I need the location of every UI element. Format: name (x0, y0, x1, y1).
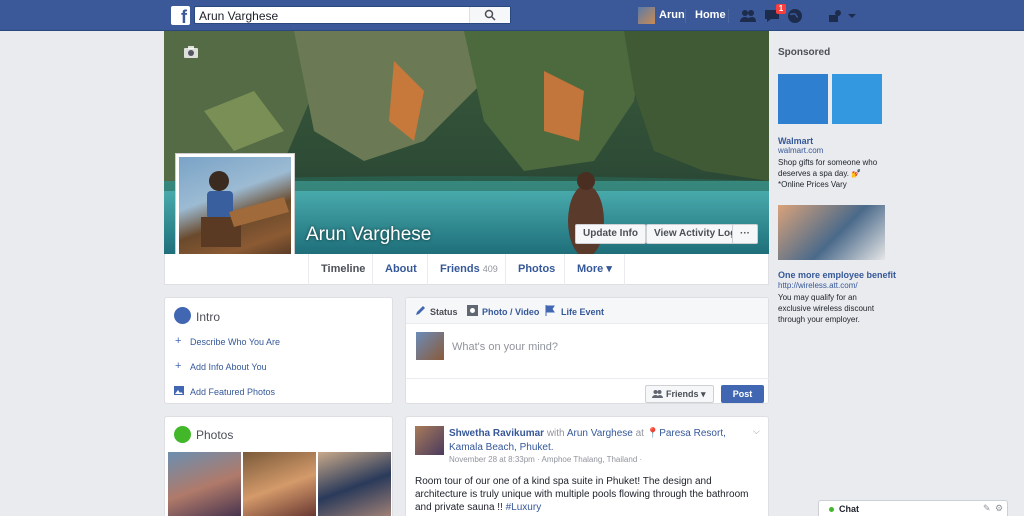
notifications-globe-icon[interactable] (786, 7, 804, 25)
post-button[interactable]: Post (721, 385, 764, 403)
flag-icon (545, 305, 555, 316)
profile-tab-bar: Timeline About Friends 409 Photos More ▾ (164, 254, 769, 285)
with-text: with (546, 428, 565, 439)
nav-home-link[interactable]: Home (695, 9, 726, 21)
nav-profile-link[interactable]: Arun (659, 9, 685, 21)
ad-body: Shop gifts for someone who deserves a sp… (778, 158, 878, 189)
post-body: Room tour of our one of a kind spa suite… (415, 475, 761, 514)
profile-name: Arun Varghese (306, 224, 432, 245)
notification-badge: 1 (776, 4, 786, 14)
profile-picture-image (179, 157, 291, 269)
nav-divider (685, 9, 686, 23)
audience-selector[interactable]: Friends ▾ (645, 385, 714, 403)
friends-icon (652, 390, 663, 398)
search-button[interactable] (469, 7, 510, 23)
describe-who-you-are-link[interactable]: Describe Who You Are (190, 337, 280, 347)
ad-body: You may qualify for an exclusive wireles… (778, 293, 875, 324)
audience-label: Friends (666, 389, 699, 399)
account-menu-chevron-icon[interactable] (843, 7, 861, 25)
ad-image[interactable] (778, 74, 828, 124)
search-value[interactable]: Arun Varghese (199, 9, 278, 23)
search-icon (484, 9, 496, 21)
ad-image[interactable] (778, 205, 885, 260)
post-text: Room tour of our one of a kind spa suite… (415, 476, 749, 513)
view-activity-log-button[interactable]: View Activity Log (646, 224, 745, 244)
composer-card: Status Photo / Video Life Event What's o… (405, 297, 769, 404)
photo-thumbnail[interactable] (168, 452, 241, 516)
ad-title[interactable]: One more employee benefit (778, 270, 896, 280)
sponsored-heading: Sponsored (778, 47, 831, 58)
photo-thumbnail[interactable] (318, 452, 391, 516)
pencil-icon (416, 306, 425, 315)
status-tab[interactable]: Status (430, 307, 458, 317)
intro-title: Intro (196, 310, 221, 324)
post-card: Shwetha Ravikumar with Arun Varghese at … (405, 416, 769, 516)
privacy-shortcuts-icon[interactable] (826, 7, 844, 25)
tagged-user-link[interactable]: Arun Varghese (567, 428, 633, 439)
at-text: at (635, 428, 644, 439)
tab-label: Friends (440, 263, 480, 275)
ad-url[interactable]: walmart.com (778, 146, 823, 155)
friends-count: 409 (482, 264, 498, 274)
post-author-link[interactable]: Shwetha Ravikumar (449, 428, 544, 439)
top-navigation-bar: f Arun Varghese Arun Home 1 (0, 0, 1024, 31)
tab-label: About (385, 263, 417, 275)
more-options-button[interactable]: ··· (732, 224, 758, 244)
tab-timeline[interactable]: Timeline (308, 254, 377, 285)
photo-thumbnail[interactable] (243, 452, 316, 516)
ad-title[interactable]: Walmart (778, 136, 813, 146)
globe-icon (174, 307, 191, 324)
life-event-tab[interactable]: Life Event (561, 307, 604, 317)
tab-about[interactable]: About (372, 254, 429, 285)
location-pin-icon: 📍 (646, 428, 660, 439)
update-info-button[interactable]: Update Info (575, 224, 646, 244)
post-header: Shwetha Ravikumar with Arun Varghese at … (449, 427, 749, 455)
hashtag-link[interactable]: #Luxury (506, 502, 542, 513)
ad-url[interactable]: http://wireless.att.com/ (778, 281, 858, 290)
chat-label: Chat (839, 504, 859, 514)
photos-icon (174, 426, 191, 443)
status-input[interactable]: What's on your mind? (452, 341, 558, 353)
online-status-dot (829, 507, 834, 512)
new-message-icon[interactable]: ✎ (983, 503, 991, 514)
photos-title: Photos (196, 428, 234, 442)
photo-icon (174, 386, 184, 395)
chevron-down-icon: ▾ (701, 389, 706, 399)
tab-photos[interactable]: Photos (505, 254, 567, 285)
tab-label: Timeline (321, 263, 366, 275)
add-featured-photos-link[interactable]: Add Featured Photos (190, 387, 275, 397)
chat-bar[interactable]: Chat ✎ ⚙ (818, 500, 1008, 516)
search-input[interactable]: Arun Varghese (194, 6, 511, 24)
nav-divider (728, 9, 729, 23)
gear-icon[interactable]: ⚙ (995, 503, 1003, 514)
photos-card: Photos (164, 416, 393, 516)
plus-icon: + (175, 360, 182, 372)
tab-friends[interactable]: Friends 409 (427, 254, 510, 285)
post-author-avatar[interactable] (415, 426, 444, 455)
cover-camera-icon[interactable] (183, 45, 199, 59)
nav-avatar[interactable] (638, 7, 655, 24)
camera-icon (467, 305, 478, 316)
friend-requests-icon[interactable] (739, 7, 757, 25)
tab-more[interactable]: More ▾ (564, 254, 625, 285)
add-info-about-you-link[interactable]: Add Info About You (190, 362, 267, 372)
intro-card: Intro + Describe Who You Are + Add Info … (164, 297, 393, 404)
ad-image[interactable] (832, 74, 882, 124)
facebook-logo[interactable]: f (171, 6, 190, 25)
composer-footer: Friends ▾ Post (406, 378, 769, 408)
composer-avatar (416, 332, 444, 360)
tab-label: Photos (518, 263, 556, 275)
post-meta: November 28 at 8:33pm · Amphoe Thalang, … (449, 455, 643, 464)
post-chevron-icon[interactable]: ⌵ (753, 426, 760, 437)
tab-label: More ▾ (577, 263, 612, 275)
plus-icon: + (175, 335, 182, 347)
photo-video-tab[interactable]: Photo / Video (482, 307, 539, 317)
